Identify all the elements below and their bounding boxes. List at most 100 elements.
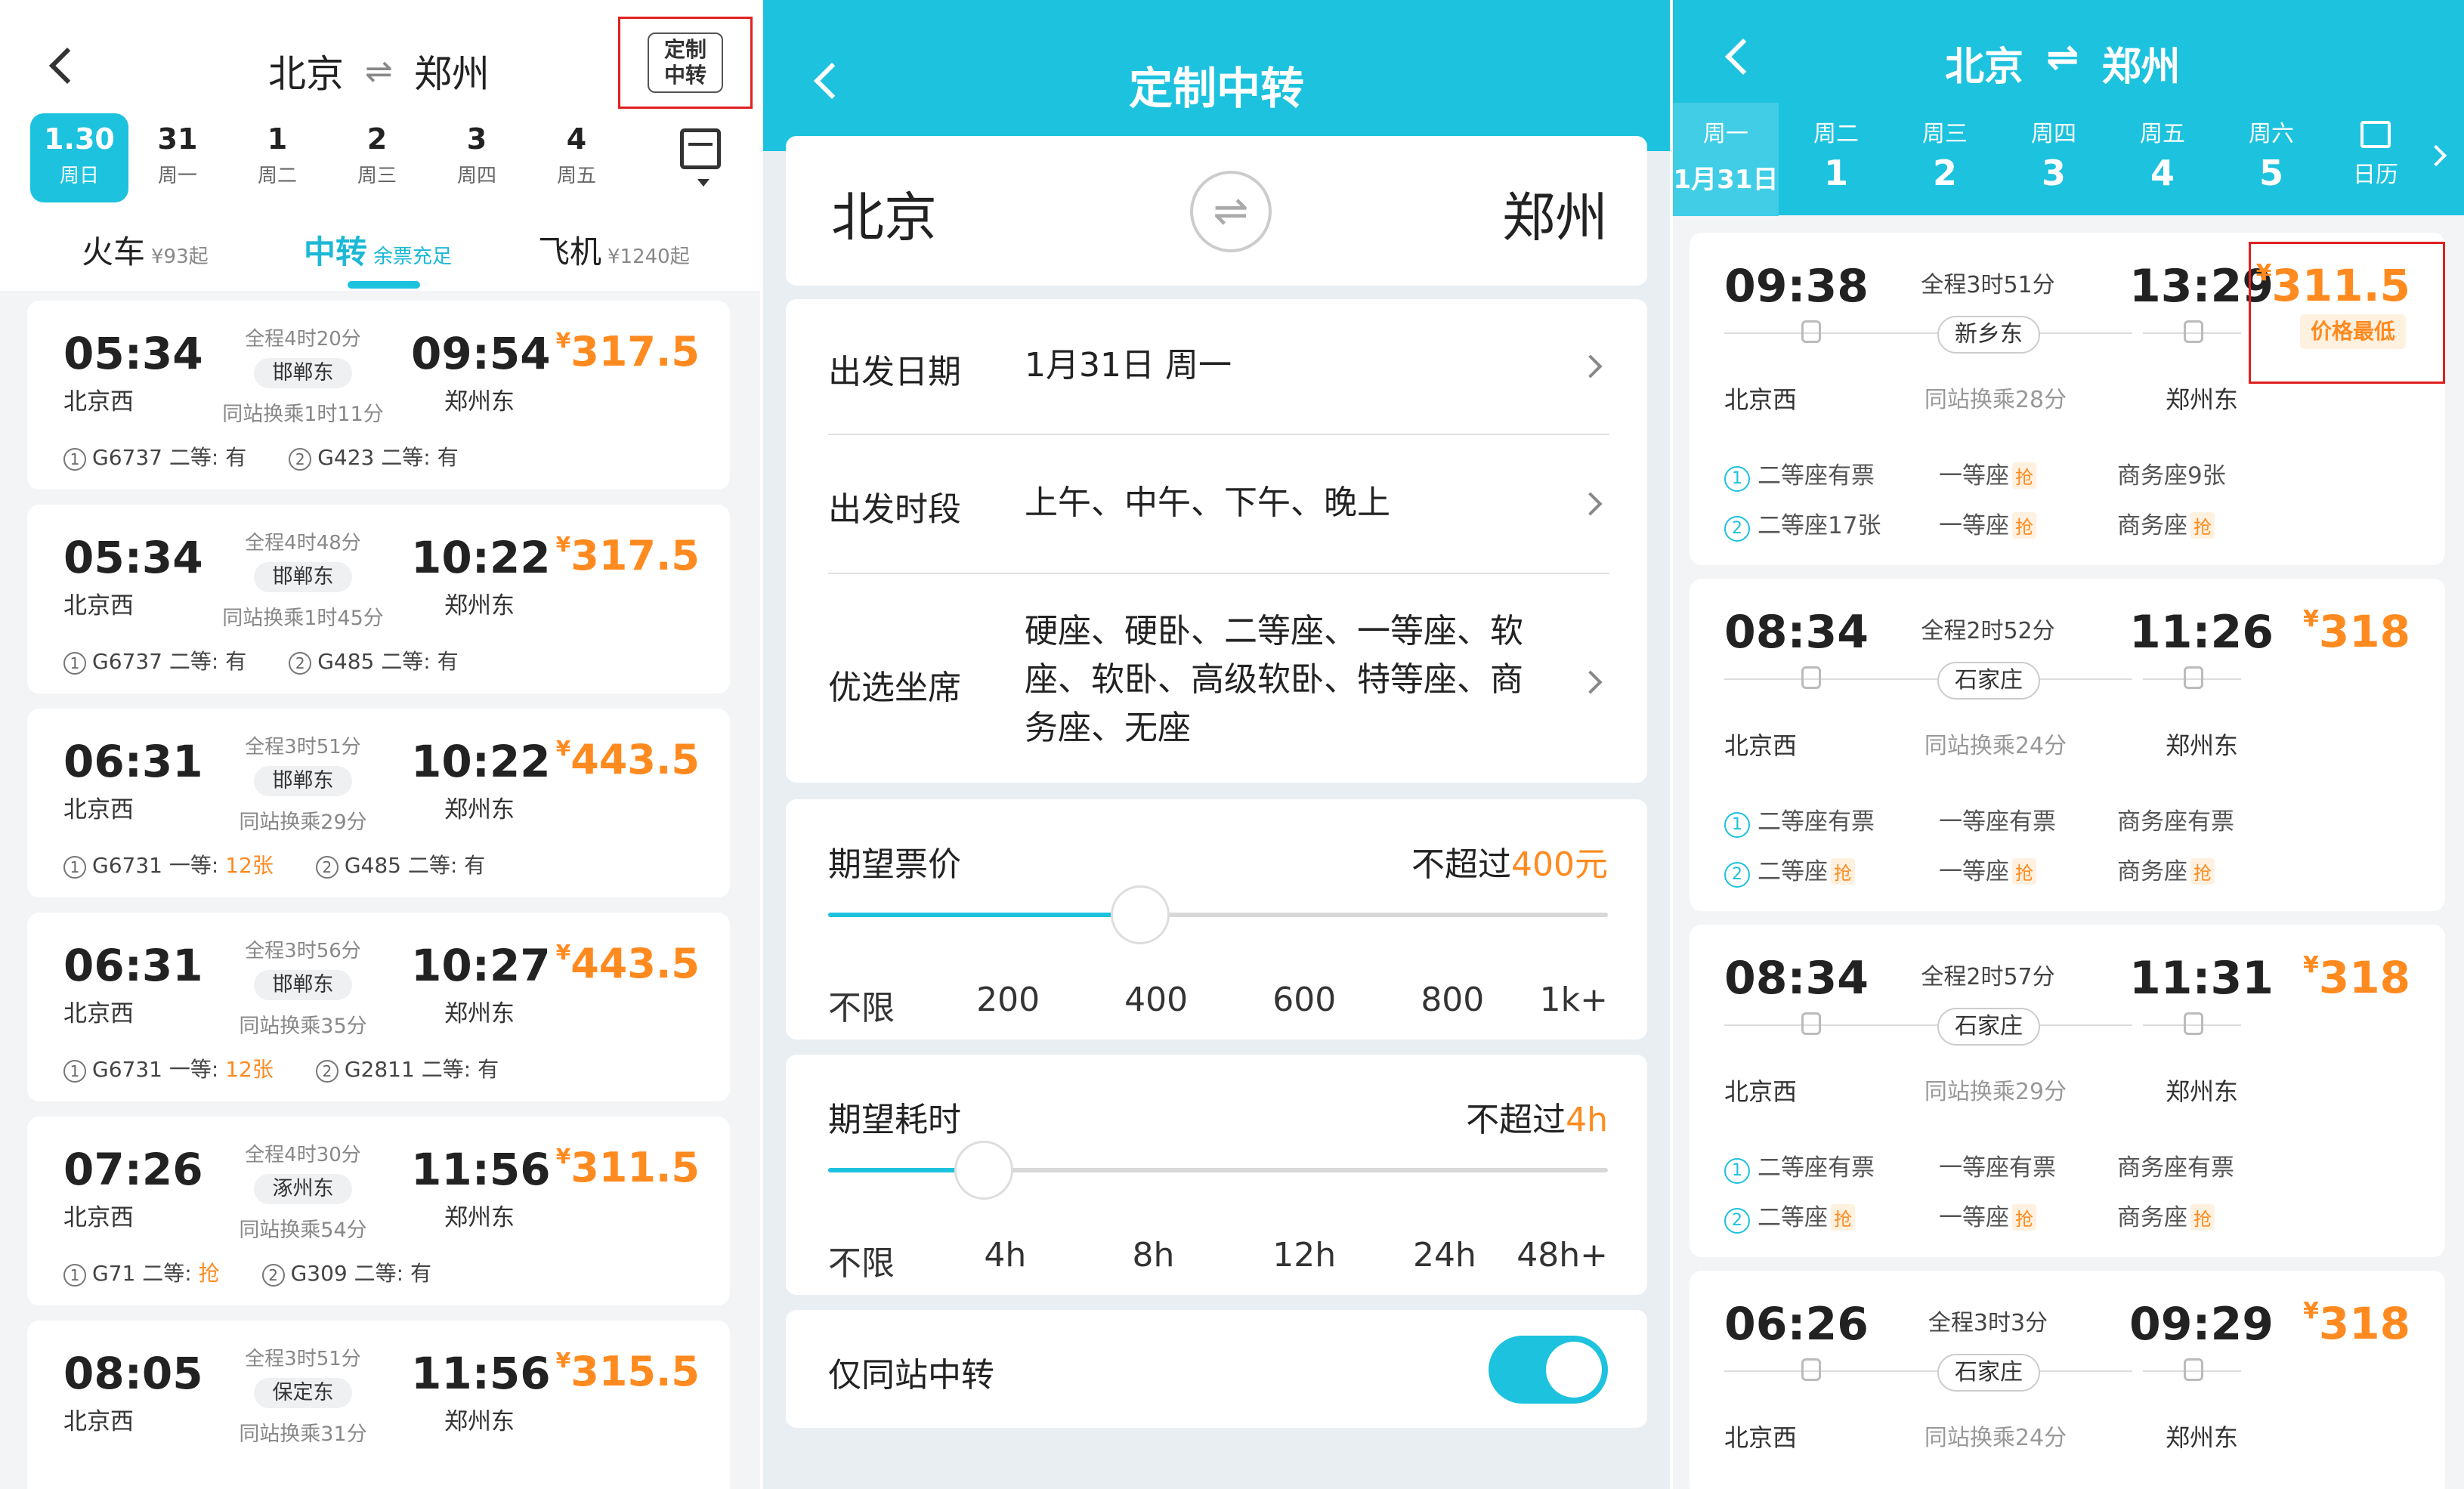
date-tab-3[interactable]: 2 周三 <box>328 113 426 202</box>
date-tab-1[interactable]: 周二 1 <box>1783 103 1889 216</box>
leg-2: 2 二等座抢 <box>1724 852 1855 888</box>
leg-1: 1 二等座有票 <box>1724 456 1875 492</box>
legs: 1 G6737 二等: 有 2 G423 二等: 有 <box>63 441 459 471</box>
price-value: 318 <box>2318 952 2410 1003</box>
calendar-button[interactable]: 日历 <box>2353 121 2464 189</box>
trip-card[interactable]: 08:05 全程3时51分 保定东 同站换乘31分 11:56 ¥315.5 北… <box>27 1321 730 1489</box>
seat-first: 一等座有票 <box>1939 1148 2056 1182</box>
seat-business: 商务座有票 <box>2117 1148 2234 1182</box>
via-station: 邯郸东 <box>254 766 352 796</box>
route-from[interactable]: 北京 <box>831 175 937 252</box>
seat-second: 二等座有票 <box>1758 1154 1875 1182</box>
leg-avail: 12张 <box>225 1057 274 1082</box>
swap-icon[interactable]: ⇌ <box>2046 35 2079 91</box>
price-slider-card: 期望票价 不超过400元 不限 200 400 600 800 1k+ <box>786 799 1647 1040</box>
route-line <box>1724 678 2132 680</box>
swap-icon[interactable]: ⇌ <box>1190 171 1272 252</box>
via-station: 石家庄 <box>1937 1008 2040 1046</box>
transfer-time: 同站换乘31分 <box>239 1423 367 1446</box>
price-slider-value: 不超过400元 <box>1411 837 1608 885</box>
leg-2: 2 二等座17张 <box>1724 506 1881 542</box>
date-tab-3[interactable]: 周四 3 <box>2001 103 2107 216</box>
leg-train: G6731 <box>92 1057 162 1082</box>
trip-card[interactable]: 08:34 全程2时52分 11:26 石家庄 ¥318 北京西 同站换乘24分… <box>1690 579 2445 911</box>
trip-card[interactable]: 05:34 全程4时20分 邯郸东 同站换乘1时11分 09:54 ¥317.5… <box>27 301 730 490</box>
arr-time: 09:29 <box>2129 1298 2274 1351</box>
date-week: 周二 <box>1813 121 1859 147</box>
price: ¥318 <box>2303 606 2410 657</box>
date-week: 周一 <box>157 165 197 187</box>
leg-train: G6731 <box>92 853 162 878</box>
trip-card[interactable]: 06:31 全程3时56分 邯郸东 同站换乘35分 10:27 ¥443.5 北… <box>27 913 730 1101</box>
arr-time: 11:31 <box>2129 952 2274 1005</box>
leg-seat: 二等: <box>168 649 219 674</box>
seat-business: 商务座抢 <box>2117 506 2215 540</box>
date-tab-4[interactable]: 周五 4 <box>2110 103 2215 216</box>
trip-card[interactable]: 05:34 全程4时48分 邯郸东 同站换乘1时45分 10:22 ¥317.5… <box>27 505 730 694</box>
date-tab-0[interactable]: 1.30 周日 <box>30 113 128 202</box>
transfer-time: 同站换乘29分 <box>239 811 367 834</box>
tab-flight[interactable]: 飞机 ¥1240起 <box>538 227 690 273</box>
time-slider-track[interactable] <box>828 1141 1608 1200</box>
train-icon <box>2184 320 2203 343</box>
value-prefix: 不超过 <box>1411 845 1512 884</box>
transfer-time: 同站换乘35分 <box>239 1015 367 1038</box>
date-tab-2[interactable]: 1 周二 <box>228 113 326 202</box>
date-tab-1[interactable]: 31 周一 <box>128 113 227 202</box>
date-tab-5[interactable]: 4 周五 <box>527 113 626 202</box>
tick-label: 48h+ <box>1516 1236 1608 1274</box>
trip-card[interactable]: 09:38 全程3时51分 13:29 新乡东 ¥311.5 价格最低 北京西 … <box>1690 233 2445 565</box>
trip-card[interactable]: 06:26 全程3时3分 09:29 石家庄 ¥318 北京西 同站换乘24分 … <box>1690 1271 2445 1489</box>
date-tab-2[interactable]: 周三 2 <box>1892 103 1998 216</box>
transfer-time: 同站换乘1时45分 <box>222 607 384 630</box>
option-value: 1月31日 周一 <box>1025 346 1232 385</box>
price: ¥443.5 <box>555 736 700 783</box>
transfer-time: 同站换乘24分 <box>1924 733 2067 759</box>
route-to[interactable]: 郑州 <box>1502 175 1608 252</box>
date-week: 周一 <box>1703 121 1748 147</box>
date-tab-4[interactable]: 3 周四 <box>428 113 526 202</box>
trip-card[interactable]: 07:26 全程4时30分 涿州东 同站换乘54分 11:56 ¥311.5 北… <box>27 1117 730 1305</box>
trip-card[interactable]: 08:34 全程2时57分 11:31 石家庄 ¥318 北京西 同站换乘29分… <box>1690 925 2445 1257</box>
seat-business: 商务座有票 <box>2117 802 2234 836</box>
date-tab-0[interactable]: 周一 1月31日 <box>1673 103 1779 216</box>
grab-tag: 抢 <box>1831 1204 1855 1231</box>
route-to: 郑州 <box>413 52 490 96</box>
date-num: 1 <box>1823 153 1848 193</box>
option-label: 出发日期 <box>828 353 961 391</box>
to-station: 郑州东 <box>2166 1423 2239 1452</box>
option-preferred-seats[interactable]: 优选坐席 硬座、硬卧、二等座、一等座、软座、软卧、高级软卧、特等座、商务座、无座 <box>786 574 1647 783</box>
option-departure-date[interactable]: 出发日期 1月31日 周一 <box>786 299 1647 434</box>
date-num: 5 <box>2258 153 2283 193</box>
price-value: 315.5 <box>570 1348 700 1395</box>
route-line <box>1724 1024 2132 1026</box>
tick-label: 24h <box>1413 1236 1476 1274</box>
tab-transfer[interactable]: 中转 余票充足 <box>304 227 452 273</box>
price-slider-thumb[interactable] <box>1110 885 1170 944</box>
time-slider-thumb[interactable] <box>954 1141 1014 1200</box>
tab-transfer-sub: 余票充足 <box>373 246 453 268</box>
price: ¥318 <box>2303 1298 2410 1349</box>
calendar-icon[interactable] <box>680 128 721 187</box>
same-station-card: 仅同站中转 <box>786 1310 1647 1428</box>
back-arrow-icon[interactable] <box>48 47 86 85</box>
seat-second: 二等座17张 <box>1758 512 1881 539</box>
same-station-toggle[interactable] <box>1489 1336 1608 1404</box>
seat-business: 商务座9张 <box>2117 456 2226 490</box>
date-tab-5[interactable]: 周六 5 <box>2218 103 2324 216</box>
tick-label: 200 <box>976 981 1040 1019</box>
tab-train[interactable]: 火车 ¥93起 <box>82 227 209 273</box>
lowest-price-badge: 价格最低 <box>2300 314 2406 349</box>
back-arrow-icon[interactable] <box>1724 38 1762 76</box>
seat-business: 商务座抢 <box>2117 852 2215 886</box>
price-slider-track[interactable] <box>828 885 1608 944</box>
date-week: 周四 <box>456 165 496 187</box>
trip-card[interactable]: 06:31 全程3时51分 邯郸东 同站换乘29分 10:22 ¥443.5 北… <box>27 709 730 897</box>
leg-2: 2 G309 二等: 有 <box>261 1257 431 1287</box>
leg-train: G6737 <box>92 445 162 470</box>
leg-train: G485 <box>317 649 375 674</box>
swap-icon[interactable]: ⇌ <box>365 52 393 91</box>
time-slider-card: 期望耗时 不超过4h 不限 4h 8h 12h 24h 48h+ <box>786 1055 1647 1295</box>
option-departure-period[interactable]: 出发时段 上午、中午、下午、晚上 <box>786 435 1647 571</box>
custom-transfer-button[interactable]: 定制中转 <box>618 17 753 109</box>
